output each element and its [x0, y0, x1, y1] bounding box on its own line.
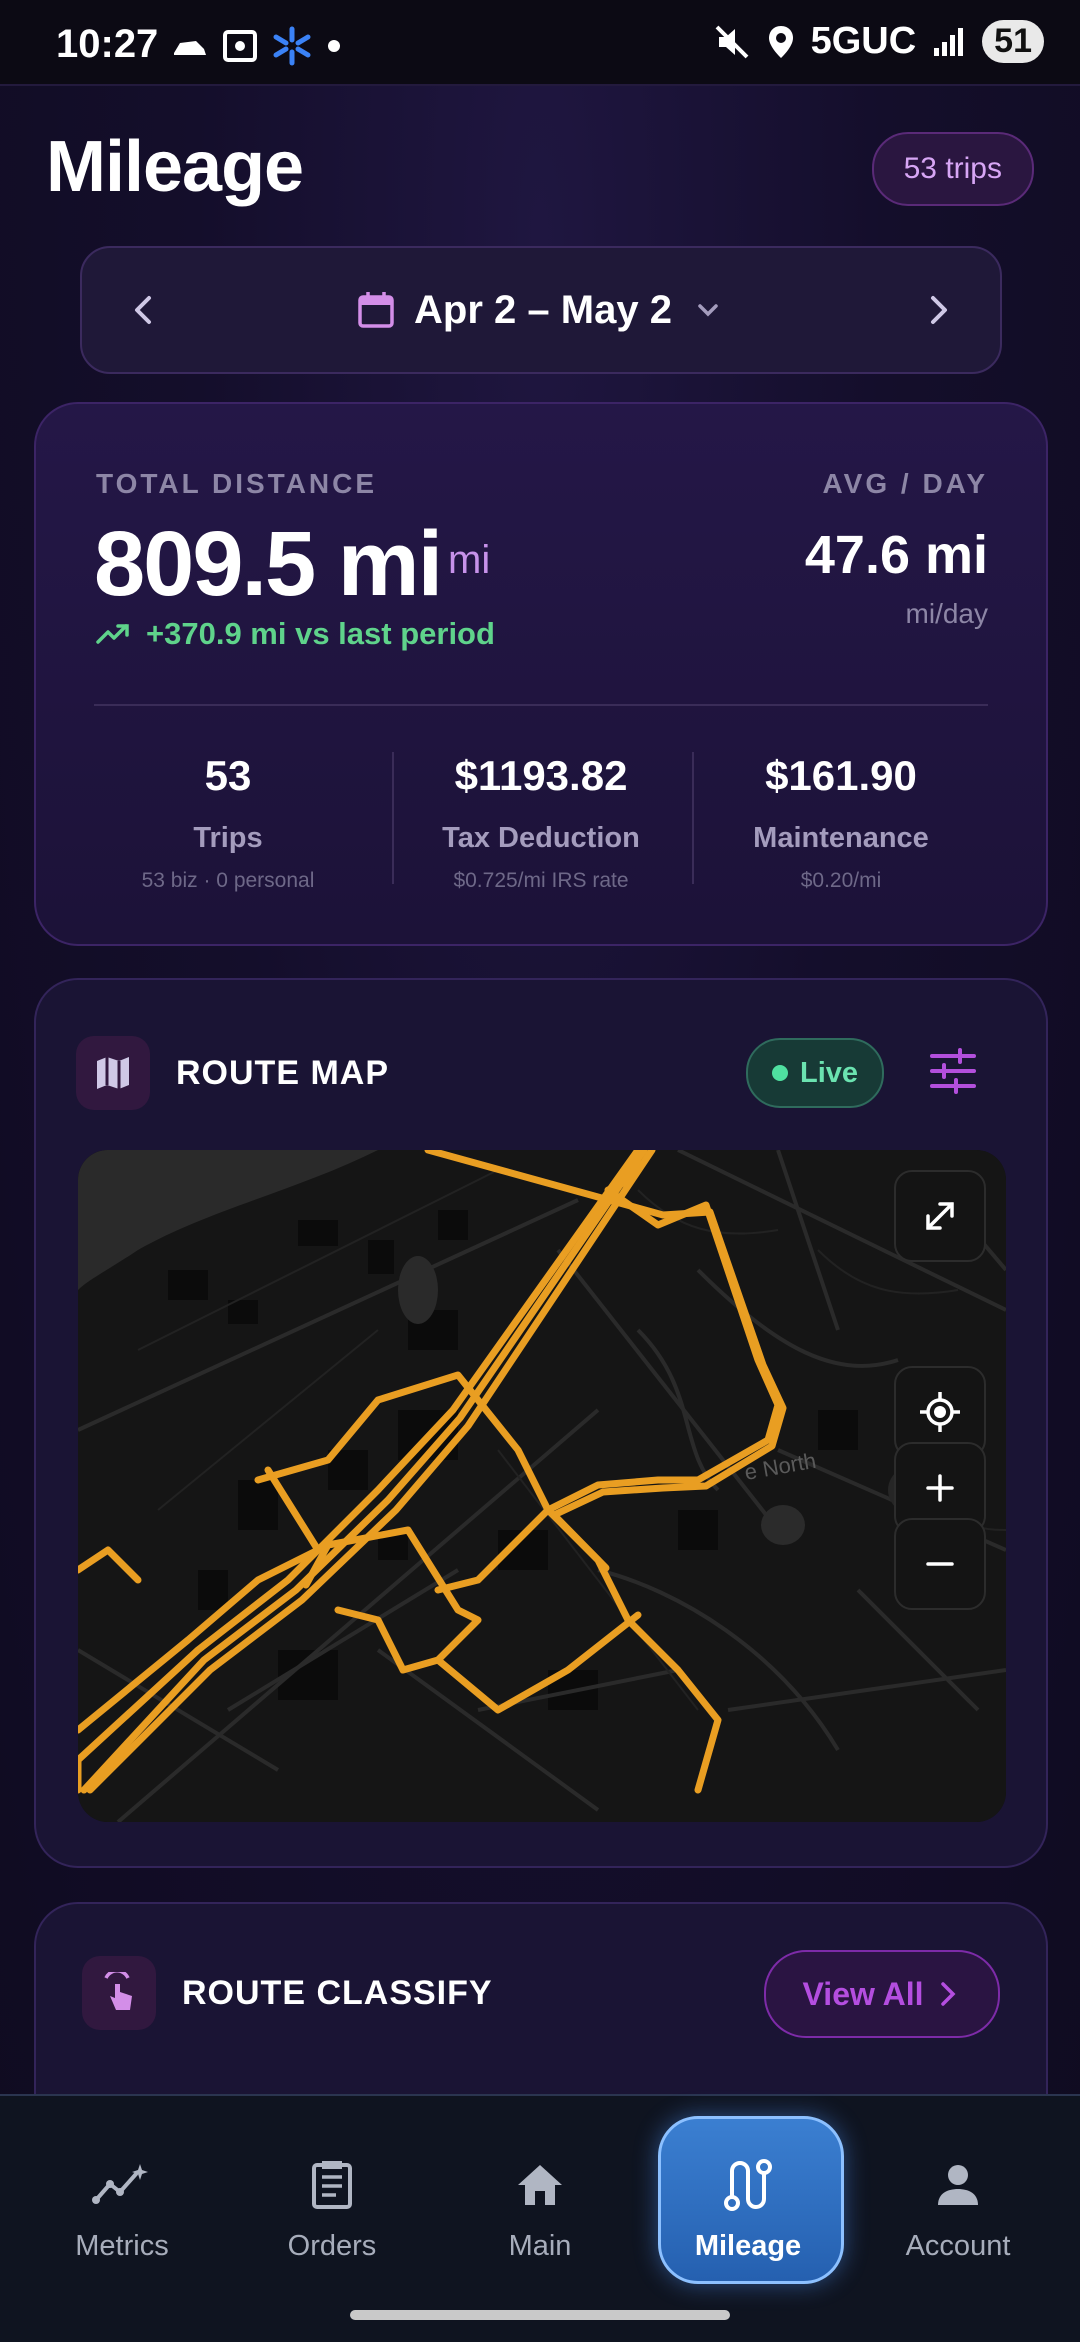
metrics-icon [92, 2164, 148, 2204]
trips-count-badge: 53 trips [871, 132, 1034, 206]
page-title: Mileage [46, 127, 304, 207]
status-time: 10:27 [56, 22, 159, 66]
live-badge[interactable]: Live [746, 1038, 884, 1108]
spark-icon [273, 26, 311, 66]
nav-label: Mileage [694, 2230, 802, 2262]
distance-delta-text: +370.9 mi vs last period [146, 616, 495, 651]
status-right: 5GUC 51 [715, 20, 1044, 63]
stat-tax-deduction: $1193.82 Tax Deduction $0.725/mi IRS rat… [391, 752, 691, 893]
stat-value: $1193.82 [454, 752, 628, 799]
map-icon [76, 1036, 150, 1110]
trending-up-icon [96, 624, 129, 644]
mute-icon [715, 25, 749, 58]
date-range-label: Apr 2 – May 2 [414, 287, 672, 332]
total-distance-unit: mi [448, 538, 491, 582]
live-label: Live [799, 1056, 859, 1089]
orders-icon [312, 2161, 352, 2209]
stat-sub: 53 biz · 0 personal [141, 869, 315, 892]
nav-metrics[interactable]: Metrics [32, 2150, 212, 2263]
next-period-button[interactable] [916, 288, 960, 332]
nav-orders[interactable]: Orders [242, 2150, 422, 2263]
stat-value: $161.90 [765, 752, 917, 799]
network-type: 5GUC [810, 20, 917, 62]
date-range-selector: Apr 2 – May 2 [80, 246, 1002, 374]
battery-indicator: 51 [982, 20, 1044, 63]
nav-label: Metrics [75, 2230, 169, 2262]
expand-icon [926, 1202, 954, 1230]
chevron-down-icon [698, 304, 718, 317]
fullscreen-button[interactable] [894, 1170, 986, 1262]
account-icon [938, 2165, 978, 2205]
car-icon [174, 41, 206, 55]
stat-value: 53 [204, 752, 252, 799]
stat-sub: $0.725/mi IRS rate [453, 869, 629, 892]
filter-settings-icon[interactable] [928, 1048, 978, 1094]
nav-label: Main [508, 2230, 572, 2262]
swipe-hand-icon [82, 1956, 156, 2030]
mileage-summary-card: TOTAL DISTANCE 809.5 mi mi +370.9 mi vs … [34, 402, 1048, 946]
route-map-view[interactable]: e North [78, 1150, 1006, 1822]
nav-label: Account [905, 2230, 1011, 2262]
stat-label: Trips [193, 822, 263, 854]
chevron-right-icon [941, 1982, 956, 2006]
stat-sub: $0.20/mi [800, 869, 882, 892]
screenshot-icon [223, 30, 257, 62]
nav-account[interactable]: Account [868, 2150, 1048, 2263]
route-map-title: ROUTE MAP [176, 1054, 389, 1092]
minus-icon [926, 1562, 954, 1566]
route-icon [724, 2159, 772, 2211]
total-distance-label: TOTAL DISTANCE [96, 468, 378, 499]
gesture-home-bar[interactable] [350, 2310, 730, 2320]
stat-label: Maintenance [753, 822, 929, 854]
status-bar: 10:27 5GUC 51 [0, 0, 1080, 86]
view-all-label: View All [802, 1975, 924, 2012]
view-all-button[interactable]: View All [764, 1950, 1000, 2038]
stat-label: Tax Deduction [442, 822, 640, 854]
zoom-out-button[interactable] [894, 1518, 986, 1610]
total-distance-value: 809.5 mi [94, 513, 443, 615]
stat-trips: 53 Trips 53 biz · 0 personal [78, 752, 378, 893]
locate-icon [920, 1392, 960, 1432]
route-classify-title: ROUTE CLASSIFY [182, 1974, 493, 2012]
nav-mileage[interactable]: Mileage [658, 2150, 838, 2263]
stat-maintenance: $161.90 Maintenance $0.20/mi [691, 752, 991, 893]
summary-divider [94, 704, 988, 706]
avg-per-day-label: AVG / DAY [822, 468, 988, 499]
bottom-navigation: Metrics Orders Main Mileage Account [0, 2094, 1080, 2342]
dot-icon [328, 40, 340, 52]
distance-delta: +370.9 mi vs last period [96, 616, 495, 652]
date-range-dropdown[interactable]: Apr 2 – May 2 [82, 248, 1000, 372]
plus-icon [926, 1474, 954, 1502]
status-notification-icons [172, 26, 342, 66]
route-map-card: ROUTE MAP Live e North [34, 978, 1048, 1868]
avg-per-day-unit: mi/day [905, 598, 988, 629]
nav-label: Orders [287, 2230, 377, 2262]
location-icon [768, 25, 793, 58]
home-icon [518, 2165, 562, 2205]
live-dot-icon [771, 1065, 788, 1081]
avg-per-day-value: 47.6 mi [804, 525, 988, 585]
calendar-icon [358, 292, 394, 328]
signal-icon [934, 27, 964, 56]
map-canvas: e North [78, 1150, 1006, 1822]
nav-main[interactable]: Main [450, 2150, 630, 2263]
